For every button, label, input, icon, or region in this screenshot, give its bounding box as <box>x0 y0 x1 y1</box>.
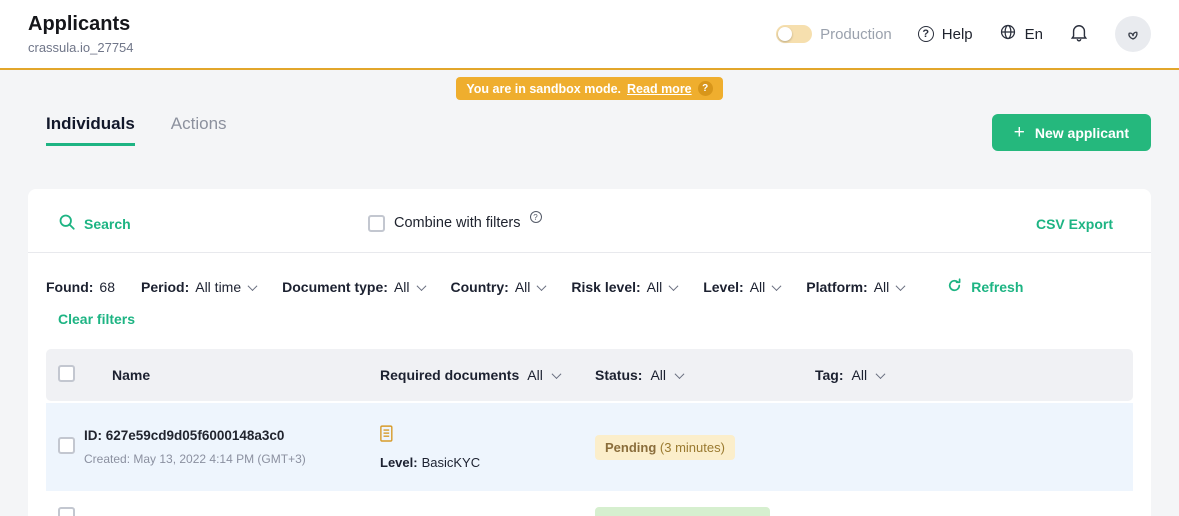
platform-filter[interactable]: Platform: All <box>806 279 904 295</box>
row-status-cell <box>595 507 815 516</box>
search-label: Search <box>84 216 131 232</box>
plus-icon: + <box>1014 123 1025 142</box>
chevron-down-icon <box>675 369 685 379</box>
page-title: Applicants <box>28 13 134 36</box>
tabs-row: Individuals Actions + New applicant <box>28 114 1151 151</box>
row-checkbox-cell <box>46 507 84 516</box>
language-selector[interactable]: En <box>999 23 1043 45</box>
select-all-checkbox[interactable] <box>58 365 75 382</box>
country-filter[interactable]: Country: All <box>451 279 546 295</box>
filters-row: Found: 68 Period: All time Document type… <box>46 277 1133 297</box>
toggle-knob <box>778 27 792 41</box>
document-icon <box>380 425 394 446</box>
notifications-button[interactable] <box>1069 22 1089 46</box>
row-checkbox[interactable] <box>58 437 75 454</box>
period-filter[interactable]: Period: All time <box>141 279 256 295</box>
column-required-documents: Required documents All <box>380 367 595 383</box>
row-checkbox[interactable] <box>58 507 75 516</box>
account-id: crassula.io_27754 <box>28 40 134 55</box>
risk-level-filter[interactable]: Risk level: All <box>571 279 677 295</box>
csv-export-link[interactable]: CSV Export <box>1036 216 1121 232</box>
production-toggle[interactable] <box>776 25 812 43</box>
combine-info-icon[interactable]: ? <box>530 211 542 223</box>
row-checkbox-cell <box>46 437 84 457</box>
production-label: Production <box>820 26 892 43</box>
globe-icon <box>999 23 1017 45</box>
help-icon: ? <box>918 26 934 42</box>
chevron-down-icon <box>551 369 561 379</box>
chevron-down-icon <box>537 281 547 291</box>
applicant-created: Created: May 13, 2022 4:14 PM (GMT+3) <box>84 452 380 466</box>
chevron-down-icon <box>772 281 782 291</box>
avatar-logo-icon <box>1124 25 1142 43</box>
search-button[interactable]: Search <box>58 213 368 234</box>
clear-filters-link[interactable]: Clear filters <box>58 311 135 327</box>
status-badge: Pending (3 minutes) <box>595 435 735 460</box>
combine-with-filters: Combine with filters ? <box>368 215 542 232</box>
refresh-label: Refresh <box>971 279 1023 295</box>
divider <box>28 252 1151 253</box>
status-badge <box>595 507 770 516</box>
language-label: En <box>1025 26 1043 43</box>
table-row-partial[interactable] <box>46 493 1133 516</box>
row-status-cell: Pending (3 minutes) <box>595 435 815 460</box>
column-tag: Tag: All <box>815 367 1133 383</box>
title-block: Applicants crassula.io_27754 <box>28 13 134 55</box>
table-row[interactable]: ID: 627e59cd9d05f6000148a3c0 Created: Ma… <box>46 403 1133 491</box>
document-type-filter[interactable]: Document type: All <box>282 279 424 295</box>
tab-actions[interactable]: Actions <box>171 114 227 143</box>
new-applicant-button[interactable]: + New applicant <box>992 114 1151 151</box>
chevron-down-icon <box>416 281 426 291</box>
chevron-down-icon <box>896 281 906 291</box>
chevron-down-icon <box>669 281 679 291</box>
help-label: Help <box>942 26 973 43</box>
refresh-button[interactable]: Refresh <box>946 277 1023 297</box>
level-filter[interactable]: Level: All <box>703 279 780 295</box>
top-bar-actions: Production ? Help En <box>776 16 1151 52</box>
refresh-icon <box>946 277 963 297</box>
applicant-id: ID: 627e59cd9d05f6000148a3c0 <box>84 428 380 443</box>
applicant-level: Level:BasicKYC <box>380 455 480 470</box>
sandbox-banner: You are in sandbox mode. Read more ? <box>456 77 722 100</box>
help-button[interactable]: ? Help <box>918 26 973 43</box>
combine-checkbox[interactable] <box>368 215 385 232</box>
row-name-cell: ID: 627e59cd9d05f6000148a3c0 Created: Ma… <box>84 428 380 466</box>
read-more-link[interactable]: Read more <box>627 82 692 96</box>
sandbox-message: You are in sandbox mode. <box>466 82 621 96</box>
table-header: Name Required documents All Status: All … <box>46 349 1133 401</box>
bell-icon <box>1069 22 1089 46</box>
new-applicant-label: New applicant <box>1035 125 1129 141</box>
tag-dropdown[interactable]: Tag: All <box>815 367 884 383</box>
avatar[interactable] <box>1115 16 1151 52</box>
found-value: 68 <box>99 279 115 295</box>
tab-individuals[interactable]: Individuals <box>46 114 135 146</box>
status-dropdown[interactable]: Status: All <box>595 367 683 383</box>
top-bar: Applicants crassula.io_27754 Production … <box>0 0 1179 70</box>
found-count: Found: 68 <box>46 279 115 295</box>
production-toggle-group: Production <box>776 25 892 43</box>
search-icon <box>58 213 76 234</box>
combine-label: Combine with filters <box>394 215 521 231</box>
applicants-card: Search Combine with filters ? CSV Export… <box>28 189 1151 516</box>
required-documents-dropdown[interactable]: Required documents All <box>380 367 560 383</box>
chevron-down-icon <box>876 369 886 379</box>
search-row: Search Combine with filters ? CSV Export <box>46 213 1133 234</box>
found-label: Found: <box>46 279 93 295</box>
header-checkbox-cell <box>46 365 84 385</box>
chevron-down-icon <box>248 281 258 291</box>
sandbox-info-icon[interactable]: ? <box>698 81 713 96</box>
row-documents-cell: Level:BasicKYC <box>380 425 595 470</box>
column-name: Name <box>84 367 380 383</box>
column-status: Status: All <box>595 367 815 383</box>
